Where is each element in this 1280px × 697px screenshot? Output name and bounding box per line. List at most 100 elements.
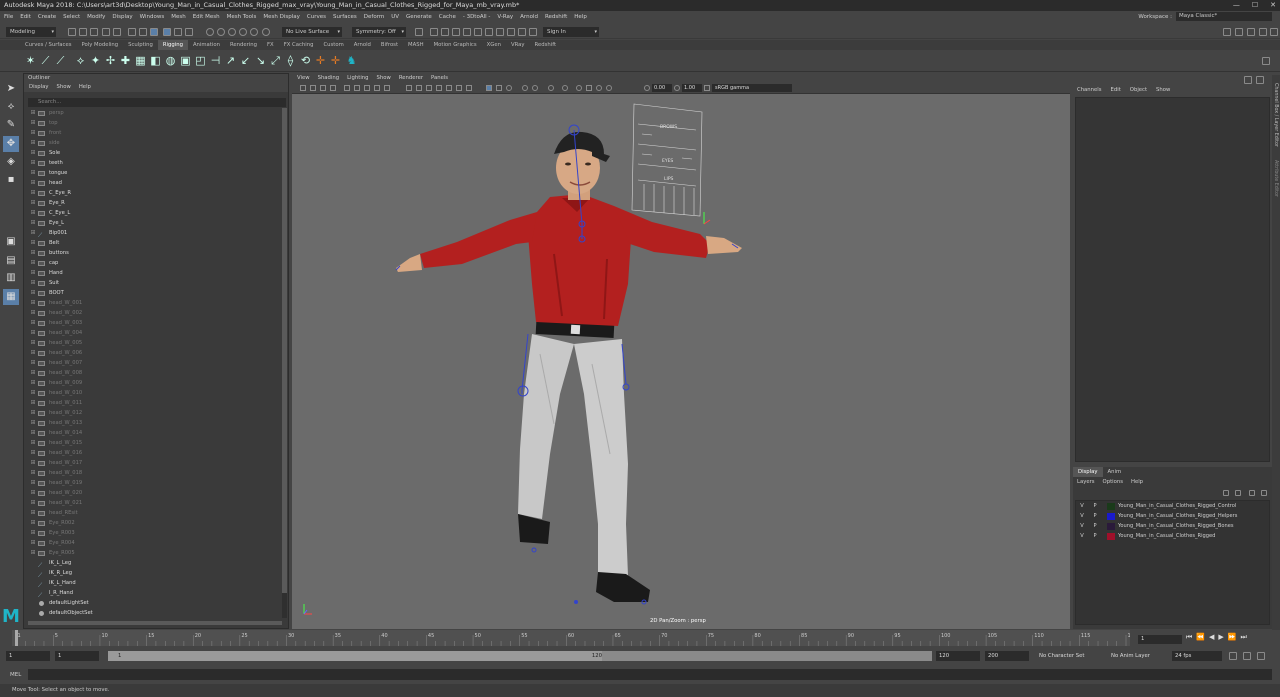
outliner-item[interactable]: defaultObjectSet (28, 608, 282, 618)
outliner-item[interactable]: ⊞ Eye_R003 (28, 528, 282, 538)
lattice-icon[interactable]: ▣ (179, 54, 192, 67)
expand-icon[interactable]: ⊞ (28, 308, 38, 318)
layer-visibility-toggle[interactable]: V (1076, 501, 1088, 511)
expand-icon[interactable]: ⊞ (28, 428, 38, 438)
outliner-item[interactable]: ⊞ head_W_009 (28, 378, 282, 388)
expand-icon[interactable]: ⊞ (28, 288, 38, 298)
close-button[interactable]: ✕ (1270, 0, 1276, 11)
menu-3dtoall[interactable]: - 3DtoAll - (463, 14, 491, 20)
mash-icon[interactable]: ♞ (345, 54, 358, 67)
new-scene-icon[interactable] (68, 28, 76, 36)
outliner-item[interactable]: ⊞ top (28, 118, 282, 128)
new-layer-icon[interactable] (1261, 490, 1267, 496)
shelf-tab-rigging[interactable]: Rigging (157, 40, 188, 50)
playback-start-input[interactable]: 1 (55, 651, 99, 661)
menu-redshift[interactable]: Redshift (545, 14, 567, 20)
outliner-item[interactable]: ⊞ head_W_007 (28, 358, 282, 368)
save-scene-icon[interactable] (90, 28, 98, 36)
smooth-bind-icon[interactable]: ◍ (164, 54, 177, 67)
shelf-tab-motion-graphics[interactable]: Motion Graphics (429, 40, 482, 50)
playback-end-input[interactable]: 120 (936, 651, 980, 661)
new-layer-selected-icon[interactable] (1249, 490, 1255, 496)
render-settings-icon[interactable] (452, 28, 460, 36)
layer-row[interactable]: V P Young_Man_in_Casual_Clothes_Rigged_Con… (1076, 501, 1269, 511)
panel-layout-icon[interactable] (1223, 28, 1231, 36)
channel-menu-channels[interactable]: Channels (1077, 85, 1102, 95)
expand-icon[interactable]: ⊞ (28, 328, 38, 338)
range-slider-handle[interactable] (108, 651, 602, 661)
lasso-tool-icon[interactable]: ⟡ (3, 99, 19, 115)
menu-windows[interactable]: Windows (140, 14, 165, 20)
select-mask-icon[interactable] (163, 28, 171, 36)
antialias-icon[interactable] (522, 85, 528, 91)
camera-select-icon[interactable] (300, 85, 306, 91)
outliner-item[interactable]: ⊞ teeth (28, 158, 282, 168)
outliner-item[interactable]: ⊞ Eye_R004 (28, 538, 282, 548)
outliner-item[interactable]: ⊞ head_W_005 (28, 338, 282, 348)
outliner-item[interactable]: ⊞ Hand (28, 268, 282, 278)
go-to-start-icon[interactable]: ⏮ (1186, 633, 1192, 644)
layer-menu-help[interactable]: Help (1131, 477, 1143, 487)
shelf-menu-icon[interactable] (1262, 57, 1270, 65)
layer-row[interactable]: V P Young_Man_in_Casual_Clothes_Rigged (1076, 531, 1269, 541)
expand-icon[interactable]: ⊞ (28, 538, 38, 548)
menu-help[interactable]: Help (574, 14, 587, 20)
outliner-menu-help[interactable]: Help (79, 83, 91, 92)
shadows-icon[interactable] (456, 85, 462, 91)
layer-tab-anim[interactable]: Anim (1103, 467, 1127, 477)
outliner-item[interactable]: ⊞ front (28, 128, 282, 138)
symmetry-dropdown[interactable]: Symmetry: Off (352, 27, 406, 37)
orient-constraint-icon[interactable]: ↙ (239, 54, 252, 67)
shelf-tab-redshift[interactable]: Redshift (530, 40, 562, 50)
bloom-icon[interactable] (596, 85, 602, 91)
single-perspective-icon[interactable]: ▣ (3, 234, 19, 250)
layer-playback-toggle[interactable]: P (1088, 501, 1102, 511)
live-surface-dropdown[interactable]: No Live Surface (282, 27, 342, 37)
menuset-dropdown[interactable]: Modeling (6, 27, 56, 37)
expand-icon[interactable]: ⊞ (28, 528, 38, 538)
menu-mesh[interactable]: Mesh (171, 14, 185, 20)
shelf-tab-rendering[interactable]: Rendering (225, 40, 262, 50)
select-joint-icon[interactable] (174, 28, 182, 36)
expand-icon[interactable]: ⊞ (28, 258, 38, 268)
expand-icon[interactable]: ⊞ (28, 248, 38, 258)
layer-row[interactable]: V P Young_Man_in_Casual_Clothes_Rigged_Bon… (1076, 521, 1269, 531)
redo-icon[interactable] (113, 28, 121, 36)
joint-tool-icon[interactable]: ✶ (24, 54, 37, 67)
character-set-dropdown[interactable]: No Character Set (1036, 651, 1104, 661)
layer-playback-toggle[interactable]: P (1088, 521, 1102, 531)
cluster-icon[interactable]: ◰ (194, 54, 207, 67)
motion-blur-icon[interactable] (548, 85, 554, 91)
expand-icon[interactable]: ⊞ (28, 238, 38, 248)
gamma-control-icon[interactable] (674, 85, 680, 91)
outliner-item[interactable]: ⊞ C_Eye_L (28, 208, 282, 218)
viewport-menu-panels[interactable]: Panels (431, 74, 448, 83)
expand-icon[interactable]: ⊞ (28, 358, 38, 368)
mirror-joint-icon[interactable]: ✦ (89, 54, 102, 67)
gamma-input[interactable]: 1.00 (682, 84, 702, 92)
outliner-item[interactable]: ⊞ head_REsit (28, 508, 282, 518)
outliner-item[interactable]: ⟋ IK_R_Leg (28, 568, 282, 579)
menu-modify[interactable]: Modify (87, 14, 105, 20)
menu-file[interactable]: File (4, 14, 13, 20)
menu-mesh-tools[interactable]: Mesh Tools (227, 14, 257, 20)
step-back-frame-icon[interactable]: ◀ (1209, 633, 1214, 644)
expand-icon[interactable]: ⊞ (28, 318, 38, 328)
time-slider-track[interactable]: 1 5 10 15 20 25 30 35 40 45 50 55 60 65 70 75 80 85 90 95 10… (12, 630, 1137, 646)
aim-constraint-icon[interactable]: ↗ (224, 54, 237, 67)
modeling-toolkit-icon[interactable] (1235, 28, 1243, 36)
expand-icon[interactable]: ⊞ (28, 448, 38, 458)
menu-edit-mesh[interactable]: Edit Mesh (193, 14, 220, 20)
expand-icon[interactable]: ⊞ (28, 408, 38, 418)
snap-grid-icon[interactable] (206, 28, 214, 36)
outliner-item[interactable]: ⊞ head_W_006 (28, 348, 282, 358)
outliner-item[interactable]: ⊞ Sole (28, 148, 282, 158)
shelf-tab-bifrost[interactable]: Bifrost (376, 40, 403, 50)
maximize-button[interactable]: ☐ (1252, 0, 1258, 11)
outliner-item[interactable]: ⊞ Eye_L (28, 218, 282, 228)
outliner-item[interactable]: ⊞ head_W_004 (28, 328, 282, 338)
bind-skin-icon[interactable]: ▦ (134, 54, 147, 67)
uv-editor-icon[interactable] (507, 28, 515, 36)
3d-viewport[interactable]: BROWS EYES LIPS 2D Pan/Zoom: persp (292, 94, 1070, 629)
select-hierarchy-icon[interactable] (128, 28, 136, 36)
